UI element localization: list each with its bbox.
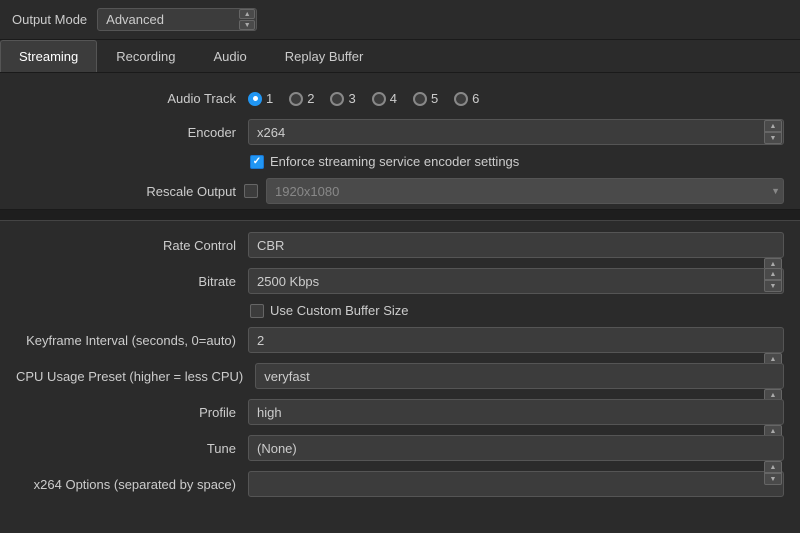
tab-streaming[interactable]: Streaming (0, 40, 97, 72)
track-5-label: 5 (431, 91, 438, 106)
track-1-label: 1 (266, 91, 273, 106)
track-6-label: 6 (472, 91, 479, 106)
x264-options-label: x264 Options (separated by space) (16, 477, 236, 492)
enforce-checkbox[interactable] (250, 155, 264, 169)
track-4-radio[interactable] (372, 92, 386, 106)
bitrate-up[interactable]: ▲ (764, 268, 782, 280)
profile-row: Profile high ▲ ▼ (0, 394, 800, 430)
track-4-label: 4 (390, 91, 397, 106)
audio-track-row: Audio Track 1 2 3 4 5 (0, 83, 800, 114)
section-divider (0, 209, 800, 221)
track-2-radio[interactable] (289, 92, 303, 106)
encoder-down[interactable]: ▼ (764, 132, 782, 144)
rescale-label: Rescale Output (16, 184, 236, 199)
top-bar: Output Mode Advanced ▲ ▼ (0, 0, 800, 40)
profile-wrapper: high ▲ ▼ (248, 399, 784, 425)
cpu-preset-control: veryfast ▲ ▼ (255, 363, 784, 389)
tune-spinner[interactable]: ▲ ▼ (764, 461, 782, 485)
keyframe-control: ▲ ▼ (248, 327, 784, 353)
profile-label: Profile (16, 405, 236, 420)
rate-control-wrapper: CBR ▲ ▼ (248, 232, 784, 258)
output-mode-select-wrapper[interactable]: Advanced ▲ ▼ (97, 8, 257, 31)
bitrate-input[interactable] (248, 268, 784, 294)
track-3-radio[interactable] (330, 92, 344, 106)
track-4[interactable]: 4 (372, 91, 397, 106)
tab-replay-buffer[interactable]: Replay Buffer (266, 40, 383, 72)
encoder-label: Encoder (16, 125, 236, 140)
tune-wrapper: (None) ▲ ▼ (248, 435, 784, 461)
x264-options-input[interactable] (248, 471, 784, 497)
bitrate-row: Bitrate ▲ ▼ (0, 263, 800, 299)
buffer-row: Use Custom Buffer Size (0, 299, 800, 322)
cpu-preset-wrapper: veryfast ▲ ▼ (255, 363, 784, 389)
output-mode-label: Output Mode (12, 12, 87, 27)
track-6[interactable]: 6 (454, 91, 479, 106)
output-mode-spinner[interactable]: ▲ ▼ (239, 9, 255, 30)
encoder-select-wrapper: x264 ▲ ▼ (248, 119, 784, 145)
track-5-radio[interactable] (413, 92, 427, 106)
encoder-row: Encoder x264 ▲ ▼ (0, 114, 800, 150)
rescale-row: Rescale Output 1920x1080 ▼ (0, 173, 800, 209)
rate-control-label: Rate Control (16, 238, 236, 253)
bitrate-spinner[interactable]: ▲ ▼ (764, 268, 782, 294)
tune-select[interactable]: (None) (248, 435, 784, 461)
audio-track-options: 1 2 3 4 5 6 (248, 91, 479, 106)
track-5[interactable]: 5 (413, 91, 438, 106)
encoder-select[interactable]: x264 (248, 119, 784, 145)
cpu-preset-label: CPU Usage Preset (higher = less CPU) (16, 369, 243, 384)
bitrate-label: Bitrate (16, 274, 236, 289)
track-2-label: 2 (307, 91, 314, 106)
tune-control: (None) ▲ ▼ (248, 435, 784, 461)
profile-select[interactable]: high (248, 399, 784, 425)
rate-control-row: Rate Control CBR ▲ ▼ (0, 227, 800, 263)
bitrate-wrapper: ▲ ▼ (248, 268, 784, 294)
x264-options-control (248, 471, 784, 497)
profile-control: high ▲ ▼ (248, 399, 784, 425)
rescale-select[interactable]: 1920x1080 (266, 178, 784, 204)
cpu-preset-select[interactable]: veryfast (255, 363, 784, 389)
output-mode-down[interactable]: ▼ (239, 20, 255, 30)
buffer-checkbox[interactable] (250, 304, 264, 318)
keyframe-wrapper: ▲ ▼ (248, 327, 784, 353)
tabs-bar: Streaming Recording Audio Replay Buffer (0, 40, 800, 73)
streaming-content: Audio Track 1 2 3 4 5 (0, 73, 800, 512)
keyframe-row: Keyframe Interval (seconds, 0=auto) ▲ ▼ (0, 322, 800, 358)
tune-label: Tune (16, 441, 236, 456)
enforce-label: Enforce streaming service encoder settin… (270, 154, 519, 169)
tune-down[interactable]: ▼ (764, 473, 782, 485)
track-3[interactable]: 3 (330, 91, 355, 106)
bitrate-down[interactable]: ▼ (764, 280, 782, 292)
x264-options-row: x264 Options (separated by space) (0, 466, 800, 502)
audio-track-label: Audio Track (16, 91, 236, 106)
keyframe-label: Keyframe Interval (seconds, 0=auto) (16, 333, 236, 348)
rate-control-select[interactable]: CBR (248, 232, 784, 258)
rate-control-control: CBR ▲ ▼ (248, 232, 784, 258)
bitrate-control: ▲ ▼ (248, 268, 784, 294)
track-1[interactable]: 1 (248, 91, 273, 106)
encoder-up[interactable]: ▲ (764, 120, 782, 132)
enforce-row: Enforce streaming service encoder settin… (0, 150, 800, 173)
cpu-preset-row: CPU Usage Preset (higher = less CPU) ver… (0, 358, 800, 394)
track-3-label: 3 (348, 91, 355, 106)
tab-recording[interactable]: Recording (97, 40, 194, 72)
output-mode-select[interactable]: Advanced (97, 8, 257, 31)
buffer-label: Use Custom Buffer Size (270, 303, 408, 318)
encoder-control: x264 ▲ ▼ (248, 119, 784, 145)
track-2[interactable]: 2 (289, 91, 314, 106)
track-1-radio[interactable] (248, 92, 262, 106)
tune-up[interactable]: ▲ (764, 461, 782, 473)
tune-row: Tune (None) ▲ ▼ (0, 430, 800, 466)
tab-audio[interactable]: Audio (195, 40, 266, 72)
encoder-spinner[interactable]: ▲ ▼ (764, 120, 782, 144)
keyframe-input[interactable] (248, 327, 784, 353)
rescale-select-wrapper: 1920x1080 ▼ (266, 178, 784, 204)
track-6-radio[interactable] (454, 92, 468, 106)
rescale-checkbox[interactable] (244, 184, 258, 198)
output-mode-up[interactable]: ▲ (239, 9, 255, 19)
